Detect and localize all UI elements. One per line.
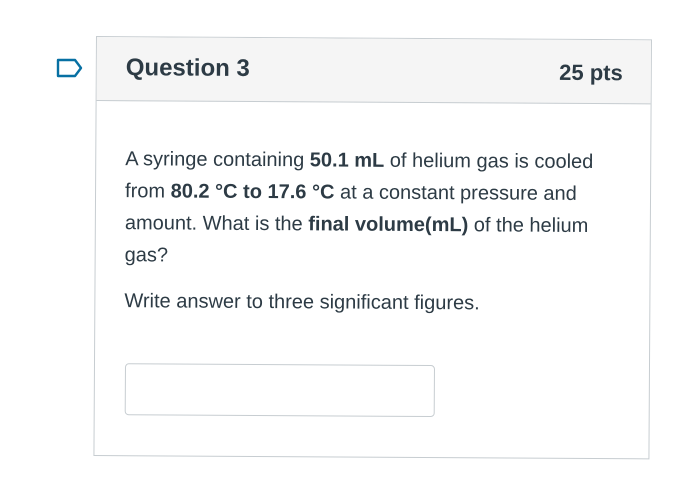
question-card: Question 3 25 pts A syringe containing 5…	[93, 36, 652, 460]
question-text-part: A syringe containing	[125, 148, 310, 172]
question-points: 25 pts	[559, 59, 623, 86]
initial-volume: 50.1 mL	[309, 149, 385, 172]
answer-input[interactable]	[124, 363, 435, 418]
question-title: Question 3	[125, 54, 250, 82]
question-body: A syringe containing 50.1 mL of helium g…	[124, 143, 595, 320]
temperature-range: 80.2 °C to 17.6 °C	[170, 180, 335, 204]
final-volume-label: final volume(mL)	[308, 213, 469, 237]
question-text: A syringe containing 50.1 mL of helium g…	[125, 143, 596, 274]
bookmark-flag-icon[interactable]	[56, 58, 84, 78]
question-instruction: Write answer to three significant figure…	[124, 290, 480, 315]
question-header: Question 3 25 pts	[96, 37, 651, 105]
